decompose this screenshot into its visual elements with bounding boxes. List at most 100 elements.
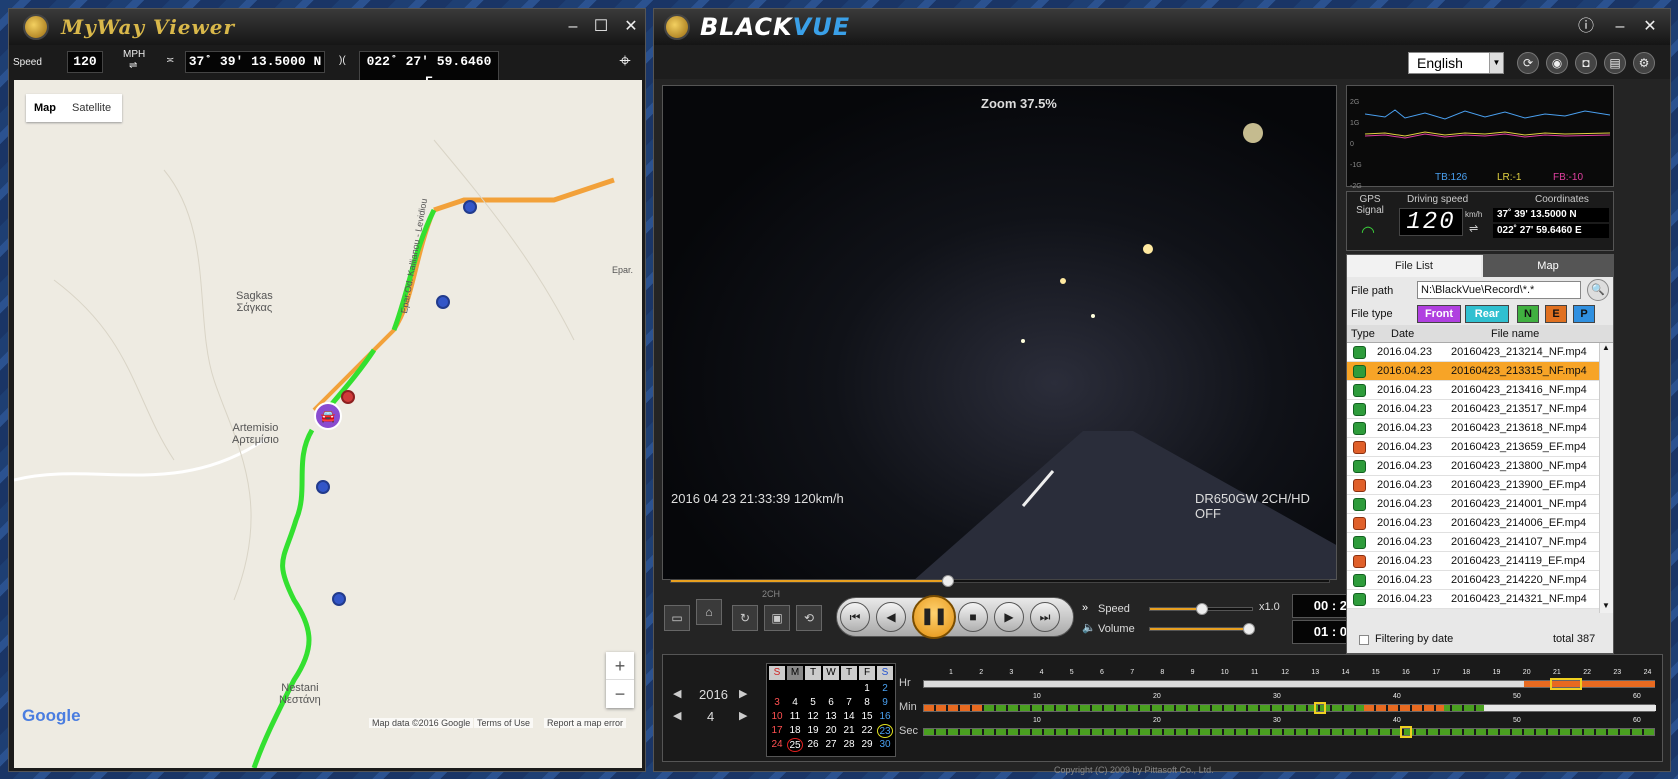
screen-toggle-icon[interactable]: ▭ [664,605,690,631]
scroll-up-icon[interactable]: ▲ [1602,343,1610,352]
info-icon[interactable]: ⓘ [1574,17,1598,37]
search-icon[interactable]: 🔍 [1587,279,1609,301]
volume-slider[interactable] [1149,623,1255,635]
seek-bar[interactable] [670,575,1330,587]
tab-satellite[interactable]: Satellite [64,94,119,122]
calendar[interactable]: S M T W T F S 1 2 3 4 5 6 7 8 9 10 11 12 13 14 15 16 17 18 19 20 21… [766,663,896,757]
camera-switch-icon[interactable]: ⌂ [696,599,722,625]
file-list-scrollbar[interactable]: ▲ ▼ [1599,343,1613,613]
calendar-day[interactable]: 8 [859,696,875,710]
tab-file-list[interactable]: File List [1347,255,1481,277]
file-row[interactable]: 2016.04.23 20160423_213659_EF.mp4 [1347,438,1599,457]
settings-gear-icon[interactable]: ⚙ [1633,52,1655,74]
calendar-day[interactable]: 17 [769,724,785,738]
calendar-day[interactable]: 30 [877,738,893,752]
calendar-day[interactable]: 24 [769,738,785,752]
file-row[interactable]: 2016.04.23 20160423_214220_NF.mp4 [1347,571,1599,590]
calendar-day[interactable]: 14 [841,710,857,724]
calendar-day[interactable]: 28 [841,738,857,752]
file-row[interactable]: 2016.04.23 20160423_214321_NF.mp4 [1347,590,1599,609]
calendar-day[interactable]: 26 [805,738,821,752]
close-button[interactable]: ✕ [619,17,643,37]
calendar-day[interactable]: 10 [769,710,785,724]
file-row[interactable]: 2016.04.23 20160423_213315_NF.mp4 [1347,362,1599,381]
filter-by-date-checkbox[interactable] [1359,635,1369,645]
filter-front-button[interactable]: Front [1417,305,1461,323]
file-row[interactable]: 2016.04.23 20160423_213517_NF.mp4 [1347,400,1599,419]
next-year-icon[interactable]: ▶ [739,687,747,700]
map-pin-icon[interactable] [316,480,330,494]
print-icon[interactable]: ▤ [1604,52,1626,74]
next-month-icon[interactable]: ▶ [739,709,747,722]
speed-slider[interactable] [1149,603,1253,615]
file-row[interactable]: 2016.04.23 20160423_214006_EF.mp4 [1347,514,1599,533]
calendar-day[interactable]: 25 [787,738,803,752]
rotate-icon[interactable]: ↻ [732,605,758,631]
map-pin-icon[interactable] [332,592,346,606]
calendar-day[interactable]: 1 [859,682,875,696]
filter-normal-button[interactable]: N [1517,305,1539,323]
swap-icon[interactable]: ⟲ [796,605,822,631]
file-row[interactable]: 2016.04.23 20160423_214119_EF.mp4 [1347,552,1599,571]
file-path-input[interactable]: N:\BlackVue\Record\*.* [1417,281,1581,299]
file-row[interactable]: 2016.04.23 20160423_214107_NF.mp4 [1347,533,1599,552]
seek-handle[interactable] [942,575,955,587]
prev-month-icon[interactable]: ◀ [673,709,681,722]
step-back-button[interactable]: ◀ [876,602,906,632]
step-forward-button[interactable]: ▶ [994,602,1024,632]
gps-icon[interactable]: ◉ [1546,52,1568,74]
tab-map[interactable]: Map [26,94,64,122]
skip-start-button[interactable]: ⏮ [840,602,870,632]
file-row[interactable]: 2016.04.23 20160423_213900_EF.mp4 [1347,476,1599,495]
min-track[interactable] [923,702,1656,714]
file-row[interactable]: 2016.04.23 20160423_213800_NF.mp4 [1347,457,1599,476]
calendar-day[interactable]: 13 [823,710,839,724]
terms-link[interactable]: Terms of Use [474,718,534,728]
map-pin-icon[interactable] [436,295,450,309]
calendar-day[interactable]: 20 [823,724,839,738]
refresh-icon[interactable]: ⟳ [1517,52,1539,74]
calendar-day[interactable]: 19 [805,724,821,738]
file-row[interactable]: 2016.04.23 20160423_214001_NF.mp4 [1347,495,1599,514]
filter-parking-button[interactable]: P [1573,305,1595,323]
filter-rear-button[interactable]: Rear [1465,305,1509,323]
map-pin-icon[interactable] [463,200,477,214]
calendar-day[interactable]: 7 [841,696,857,710]
calendar-day[interactable]: 23 [877,724,893,738]
map-view[interactable]: Sagkas Σάγκας Artemisio Αρτεμίσιο Nestani Ν… [14,80,642,768]
close-button[interactable]: ✕ [1638,17,1662,37]
sec-track[interactable] [923,726,1655,738]
file-row[interactable]: 2016.04.23 20160423_213214_NF.mp4 [1347,343,1599,362]
calendar-day[interactable]: 5 [805,696,821,710]
calendar-day[interactable]: 6 [823,696,839,710]
file-row[interactable]: 2016.04.23 20160423_213416_NF.mp4 [1347,381,1599,400]
prev-year-icon[interactable]: ◀ [673,687,681,700]
zoom-in-button[interactable]: + [606,652,634,680]
minimize-button[interactable]: – [1608,17,1632,37]
camera-icon[interactable]: ◘ [1575,52,1597,74]
video-player[interactable]: Zoom 37.5% 2016 04 23 21:33:39 120km/h D… [662,85,1337,580]
calendar-day[interactable]: 18 [787,724,803,738]
calendar-day[interactable]: 11 [787,710,803,724]
hr-track[interactable] [923,678,1655,690]
unit-toggle-icon[interactable]: ⇌ [1469,222,1478,235]
calendar-day[interactable]: 15 [859,710,875,724]
pause-button[interactable]: ❚❚ [912,595,956,639]
filter-event-button[interactable]: E [1545,305,1567,323]
calendar-day[interactable]: 4 [787,696,803,710]
speed-slider-handle[interactable] [1196,603,1208,615]
calendar-day[interactable]: 29 [859,738,875,752]
skip-end-button[interactable]: ⏭ [1030,602,1060,632]
file-row[interactable]: 2016.04.23 20160423_213618_NF.mp4 [1347,419,1599,438]
calendar-day[interactable]: 3 [769,696,785,710]
calendar-day[interactable]: 9 [877,696,893,710]
calendar-day[interactable]: 22 [859,724,875,738]
pip-icon[interactable]: ▣ [764,605,790,631]
scroll-down-icon[interactable]: ▼ [1602,601,1610,610]
minimize-button[interactable]: – [561,17,585,37]
stop-button[interactable]: ■ [958,602,988,632]
map-pin-red-icon[interactable] [341,390,355,404]
calendar-day[interactable]: 2 [877,682,893,696]
calendar-day[interactable]: 27 [823,738,839,752]
calendar-day[interactable]: 21 [841,724,857,738]
